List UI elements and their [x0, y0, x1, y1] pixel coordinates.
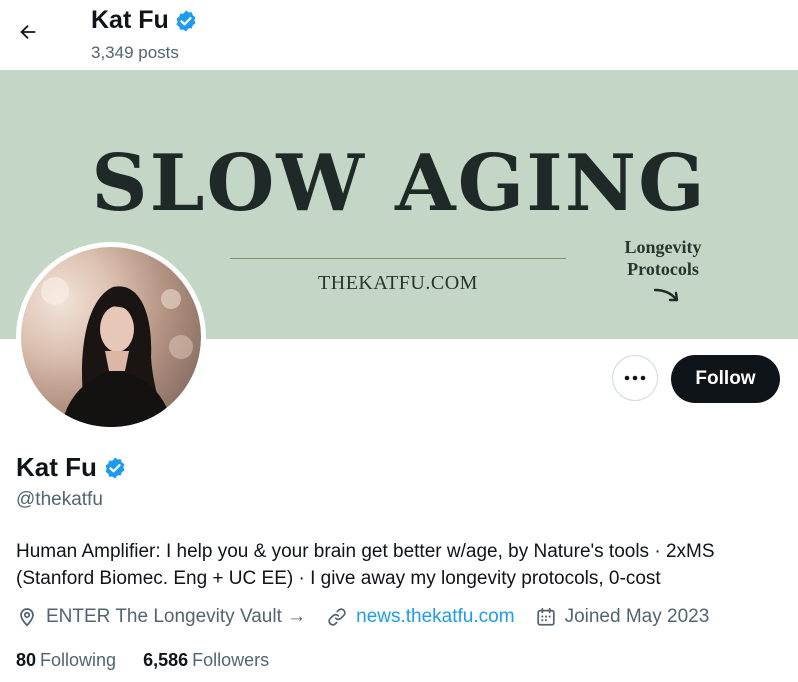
top-bar: Kat Fu 3,349 posts: [0, 0, 798, 70]
joined-text: Joined May 2023: [564, 606, 710, 627]
profile-meta: ENTER The Longevity Vault → news.thekatf…: [16, 606, 729, 628]
location-text: ENTER The Longevity Vault →: [46, 606, 307, 627]
back-button[interactable]: [10, 14, 46, 50]
website-item: news.thekatfu.com: [326, 606, 515, 628]
followers-count: 6,586: [143, 650, 189, 670]
calendar-icon: [536, 607, 555, 626]
banner-title: SLOW AGING: [91, 138, 707, 229]
banner-divider: [230, 258, 566, 259]
back-arrow-icon: [20, 24, 36, 40]
more-dots-icon: [624, 375, 646, 381]
bio-line-1: Human Amplifier: I help you & your brain…: [16, 541, 715, 562]
following-count: 80: [16, 650, 37, 670]
avatar[interactable]: [16, 242, 206, 432]
more-options-button[interactable]: [612, 355, 658, 401]
followers-link[interactable]: 6,586 Followers: [143, 650, 269, 671]
verified-badge-icon[interactable]: [103, 456, 127, 480]
banner-side-line2: Protocols: [627, 259, 699, 279]
follow-button[interactable]: Follow: [671, 355, 780, 403]
following-link[interactable]: 80 Following: [16, 650, 116, 671]
curved-arrow-icon: [653, 288, 679, 302]
location-item: ENTER The Longevity Vault →: [16, 606, 306, 628]
banner-url: THEKATFU.COM: [318, 272, 478, 294]
profile-name-row: Kat Fu: [16, 452, 127, 483]
banner-side-line1: Longevity: [624, 237, 702, 257]
website-link[interactable]: news.thekatfu.com: [356, 606, 514, 628]
following-label: Following: [40, 650, 117, 670]
profile-handle: @thekatfu: [16, 489, 103, 510]
verified-badge-icon: [176, 10, 196, 31]
followers-label: Followers: [192, 650, 270, 670]
avatar-photo: [21, 247, 201, 427]
location-pin-icon: [20, 608, 34, 627]
joined-item: Joined May 2023: [535, 606, 710, 628]
bio-line-2: (Stanford Biomec. Eng + UC EE) · I give …: [16, 568, 661, 589]
avatar-portrait: [41, 277, 193, 427]
profile-name: Kat Fu: [16, 452, 97, 482]
profile-bio: Human Amplifier: I help you & your brain…: [16, 538, 791, 592]
header-name-row: Kat Fu: [91, 6, 198, 35]
post-count: 3,349 posts: [91, 43, 179, 62]
banner-side-text: Longevity Protocols: [608, 236, 718, 280]
follow-stats: 80 Following 6,586 Followers: [16, 650, 296, 671]
header-name: Kat Fu: [91, 6, 169, 34]
link-icon: [328, 608, 346, 626]
